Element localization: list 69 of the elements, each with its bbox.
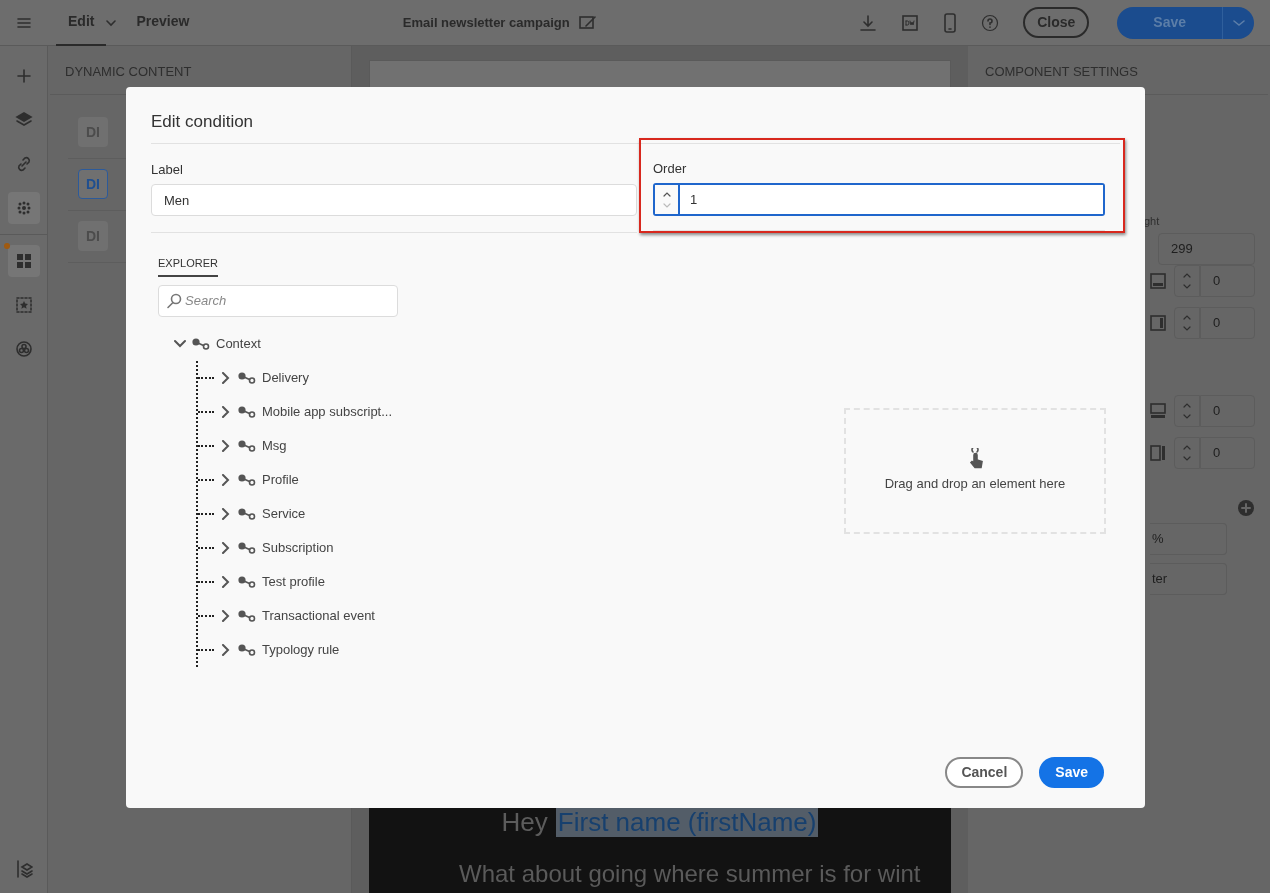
select-field[interactable]: % — [1150, 523, 1227, 555]
node-icon — [238, 575, 256, 588]
node-icon — [238, 473, 256, 486]
body-text: What about going where summer is for wint — [459, 859, 921, 889]
node-icon — [238, 371, 256, 384]
tree-item[interactable]: Service — [262, 503, 306, 524]
tree-item[interactable]: Test profile — [262, 571, 325, 592]
edit-icon[interactable] — [577, 13, 598, 32]
dot-grid-icon[interactable] — [7, 192, 40, 224]
caret-icon[interactable] — [1232, 19, 1245, 28]
expand-icon[interactable] — [220, 405, 232, 418]
mobile-icon[interactable] — [943, 12, 958, 33]
document-title: Email newsletter campaign — [402, 13, 570, 32]
order-input[interactable]: 1 — [653, 183, 1105, 216]
save-button[interactable]: Save — [1039, 757, 1104, 788]
spacing-icon — [1150, 445, 1166, 461]
height-field[interactable]: 299 — [1158, 233, 1255, 265]
expand-icon[interactable] — [220, 439, 232, 452]
tree-item[interactable]: Typology rule — [262, 639, 340, 660]
grid-icon[interactable] — [7, 245, 40, 277]
expand-icon[interactable] — [220, 609, 232, 622]
tree-item[interactable]: Mobile app subscript... — [262, 401, 393, 422]
tree-item[interactable]: Context — [216, 333, 261, 354]
number-field[interactable]: 0 — [1200, 437, 1255, 469]
node-icon — [238, 609, 256, 622]
field-label: Label — [151, 160, 184, 179]
expand-icon[interactable] — [220, 507, 232, 520]
drop-zone[interactable]: Drag and drop an element here — [844, 408, 1106, 534]
node-icon — [238, 541, 256, 554]
field-label: Order — [653, 159, 688, 178]
tree-item[interactable]: Transactional event — [262, 605, 375, 626]
tab[interactable]: Preview — [124, 0, 202, 46]
search-icon — [166, 292, 182, 309]
expand-icon[interactable] — [220, 371, 232, 384]
number-field[interactable]: 0 — [1200, 395, 1255, 427]
node-icon — [192, 337, 210, 350]
expand-icon[interactable] — [220, 541, 232, 554]
cancel-button[interactable]: Cancel — [945, 757, 1024, 788]
node-icon — [238, 643, 256, 656]
node-icon — [238, 507, 256, 520]
spacing-icon — [1150, 273, 1166, 289]
tree-item[interactable]: Profile — [262, 469, 299, 490]
greeting-text: Hey — [501, 807, 548, 837]
save-options-button[interactable] — [1222, 6, 1254, 39]
tree-item[interactable]: Msg — [262, 435, 287, 456]
tab[interactable]: EXPLORER — [158, 254, 218, 277]
node-icon — [238, 439, 256, 452]
collapse-icon[interactable] — [174, 337, 186, 350]
drop-hint: Drag and drop an element here — [884, 475, 1066, 494]
number-field[interactable]: 0 — [1200, 265, 1255, 297]
tree-item[interactable]: Subscription — [262, 537, 334, 558]
spacing-icon — [1150, 315, 1166, 331]
add-icon[interactable] — [1237, 499, 1255, 517]
caret-icon[interactable] — [106, 18, 117, 27]
help-icon[interactable] — [981, 13, 1000, 32]
tree-item[interactable]: Delivery — [262, 367, 309, 388]
label-input[interactable]: Men — [151, 184, 637, 216]
expand-icon[interactable] — [220, 575, 232, 588]
expand-icon[interactable] — [220, 643, 232, 656]
number-field[interactable]: 0 — [1200, 307, 1255, 339]
close-button[interactable]: Close — [1023, 7, 1090, 38]
menu-icon[interactable] — [16, 15, 32, 30]
select-field[interactable]: ter — [1150, 563, 1227, 595]
expand-icon[interactable] — [220, 473, 232, 486]
spacing-icon — [1150, 403, 1166, 419]
download-icon[interactable] — [859, 13, 878, 32]
file-icon[interactable] — [901, 13, 920, 32]
search-field[interactable]: Search — [158, 284, 398, 317]
node-icon — [238, 405, 256, 418]
